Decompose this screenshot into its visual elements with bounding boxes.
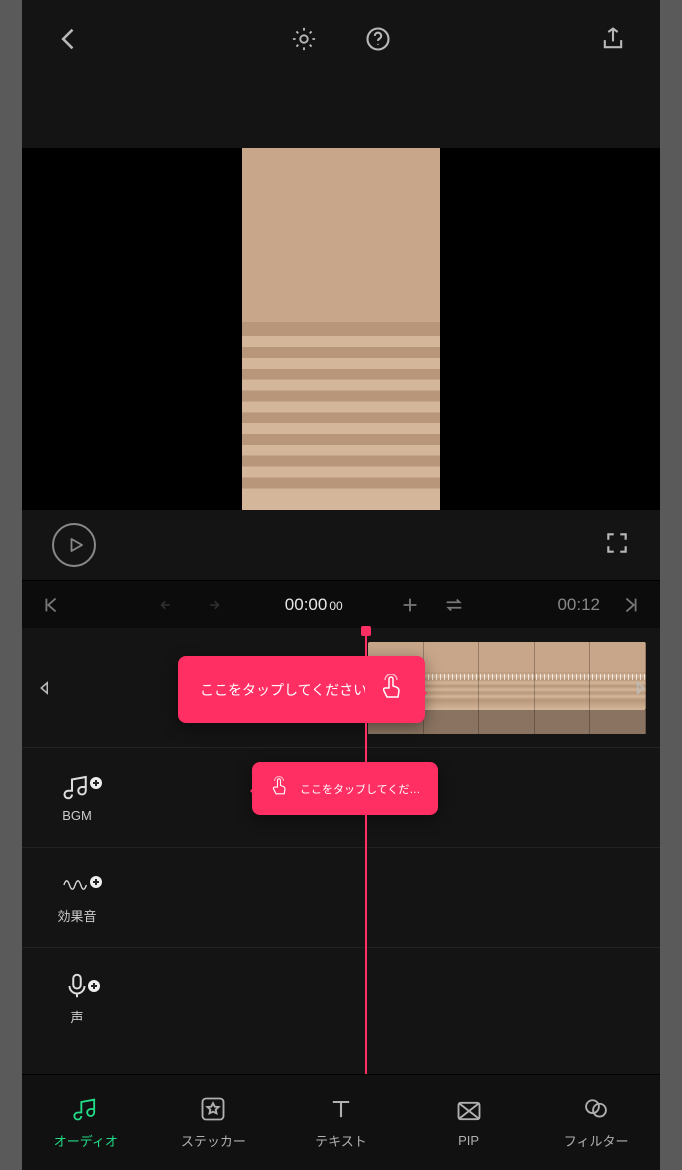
plus-badge xyxy=(90,777,102,789)
clip-nav-left[interactable] xyxy=(22,628,68,747)
playhead[interactable] xyxy=(365,628,367,1074)
redo-icon xyxy=(201,594,223,616)
bottom-nav: オーディオ ステッカー テキスト PIP フィルター xyxy=(22,1074,660,1170)
plus-badge xyxy=(90,876,102,888)
bgm-track-row: BGM ここをタップしてくだ… xyxy=(22,748,660,848)
video-track-row: ここをタップしてください xyxy=(22,628,660,748)
skip-end-icon xyxy=(620,594,642,616)
wave-icon xyxy=(62,870,92,900)
nav-filter-label: フィルター xyxy=(564,1131,629,1150)
fullscreen-button[interactable] xyxy=(604,530,630,561)
timeline-header: 00:0000 00:12 xyxy=(22,580,660,628)
clip-nav-right[interactable] xyxy=(626,670,654,706)
nav-sticker-label: ステッカー xyxy=(181,1131,246,1150)
play-button[interactable] xyxy=(52,523,96,567)
back-button[interactable] xyxy=(52,22,86,56)
sfx-track-row: 効果音 xyxy=(22,848,660,948)
add-button[interactable] xyxy=(397,592,423,618)
video-track[interactable]: ここをタップしてください xyxy=(68,628,660,747)
swap-icon xyxy=(443,594,465,616)
tri-right-icon xyxy=(631,679,649,697)
top-bar xyxy=(22,0,660,78)
redo-button[interactable] xyxy=(199,592,225,618)
plus-badge xyxy=(88,980,100,992)
settings-button[interactable] xyxy=(287,22,321,56)
undo-button[interactable] xyxy=(155,592,181,618)
bgm-add-button[interactable]: BGM xyxy=(22,748,132,847)
voice-add-button[interactable]: 声 xyxy=(22,948,132,1048)
nav-audio-label: オーディオ xyxy=(54,1131,118,1150)
music-icon xyxy=(72,1095,100,1123)
hint-bubble-video[interactable]: ここをタップしてください xyxy=(178,656,425,723)
nav-sticker[interactable]: ステッカー xyxy=(150,1075,278,1170)
sfx-track[interactable] xyxy=(132,848,660,947)
skip-start-button[interactable] xyxy=(38,592,64,618)
voice-track-row: 声 xyxy=(22,948,660,1048)
voice-label: 声 xyxy=(70,1007,83,1026)
nav-audio[interactable]: オーディオ xyxy=(22,1075,150,1170)
nav-pip-label: PIP xyxy=(458,1133,479,1148)
swap-button[interactable] xyxy=(441,592,467,618)
hint-bubble-bgm[interactable]: ここをタップしてくだ… xyxy=(252,762,438,815)
pip-icon xyxy=(455,1097,483,1125)
star-box-icon xyxy=(199,1095,227,1123)
timecode-total: 00:12 xyxy=(557,595,600,615)
gear-icon xyxy=(290,25,318,53)
video-preview[interactable] xyxy=(22,148,660,510)
bgm-track[interactable]: ここをタップしてくだ… xyxy=(132,748,660,847)
nav-pip[interactable]: PIP xyxy=(405,1075,533,1170)
tap-icon xyxy=(379,674,403,705)
back-icon xyxy=(55,25,83,53)
expand-icon xyxy=(604,530,630,556)
timecode-current: 00:0000 xyxy=(285,595,343,615)
help-button[interactable] xyxy=(361,22,395,56)
hint-bubble-video-text: ここをタップしてください xyxy=(200,680,367,700)
skip-start-icon xyxy=(40,594,62,616)
export-icon xyxy=(599,25,627,53)
nav-text[interactable]: テキスト xyxy=(277,1075,405,1170)
hint-bubble-bgm-text: ここをタップしてくだ… xyxy=(300,781,420,797)
tap-icon xyxy=(270,776,288,801)
play-icon xyxy=(67,536,85,554)
bgm-label: BGM xyxy=(62,808,92,823)
filter-icon xyxy=(582,1095,610,1123)
undo-icon xyxy=(157,594,179,616)
sfx-add-button[interactable]: 効果音 xyxy=(22,848,132,947)
tri-left-icon xyxy=(36,679,54,697)
sfx-label: 効果音 xyxy=(57,906,96,925)
plus-icon xyxy=(399,594,421,616)
export-button[interactable] xyxy=(596,22,630,56)
app-window: 00:0000 00:12 xyxy=(0,0,682,1170)
text-icon xyxy=(327,1095,355,1123)
help-icon xyxy=(364,25,392,53)
skip-end-button[interactable] xyxy=(618,592,644,618)
nav-text-label: テキスト xyxy=(315,1131,367,1150)
music-icon xyxy=(62,772,92,802)
preview-controls xyxy=(22,510,660,580)
timeline[interactable]: ここをタップしてください BGM xyxy=(22,628,660,1074)
nav-filter[interactable]: フィルター xyxy=(532,1075,660,1170)
voice-track[interactable] xyxy=(132,948,660,1048)
preview-frame xyxy=(242,148,440,510)
